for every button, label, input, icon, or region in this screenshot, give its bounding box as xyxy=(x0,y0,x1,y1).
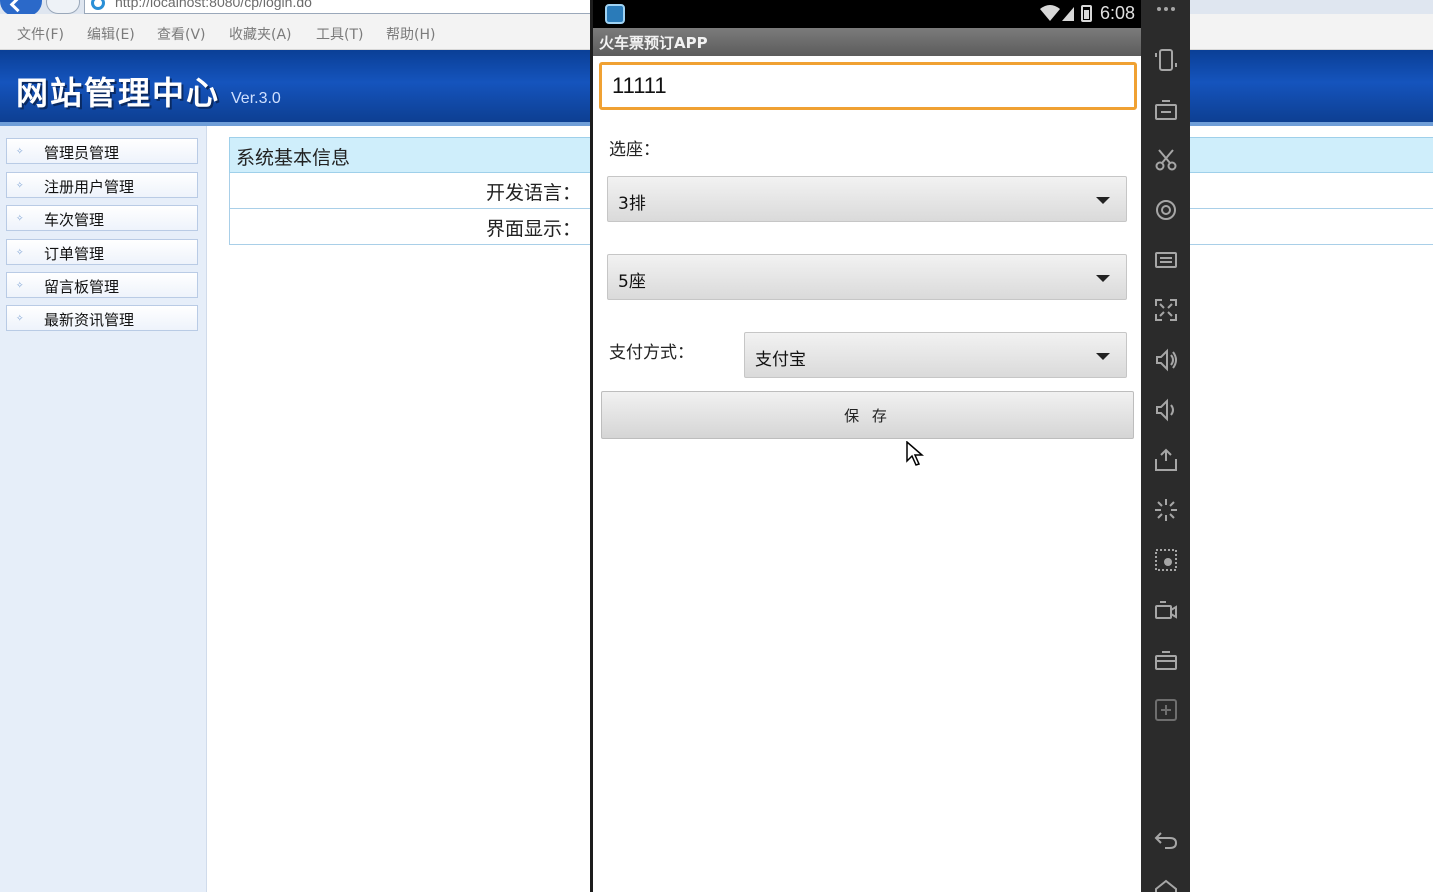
sms-icon[interactable] xyxy=(1153,247,1179,273)
payment-spinner-value: 支付宝 xyxy=(755,350,806,370)
sidebar-item-label: 订单管理 xyxy=(44,245,105,263)
url-text: http://localhost:8080/cp/login.do xyxy=(115,0,312,10)
menu-help[interactable]: 帮助(H) xyxy=(386,24,435,44)
shake-icon[interactable] xyxy=(1153,497,1179,523)
home-icon[interactable] xyxy=(1153,877,1179,892)
sidebar-item-label: 最新资讯管理 xyxy=(44,311,135,329)
status-time: 6:08 xyxy=(1100,3,1136,23)
panel-title: 系统基本信息 xyxy=(236,147,351,169)
add-icon[interactable] xyxy=(1153,697,1179,723)
dropdown-arrow-icon xyxy=(1096,353,1110,360)
back-button[interactable] xyxy=(0,0,42,14)
sidebar-item-users[interactable]: ✧ 注册用户管理 xyxy=(6,172,198,198)
payment-label: 支付方式： xyxy=(609,343,694,363)
more-icon[interactable] xyxy=(1153,0,1179,24)
sidebar-item-trains[interactable]: ✧ 车次管理 xyxy=(6,205,198,231)
site-version: Ver.3.0 xyxy=(231,90,281,107)
battery-icon xyxy=(1081,5,1092,22)
menu-tools[interactable]: 工具(T) xyxy=(316,24,363,44)
bullet-icon: ✧ xyxy=(16,281,24,291)
url-field[interactable]: http://localhost:8080/cp/login.do xyxy=(84,0,594,14)
bullet-icon: ✧ xyxy=(16,147,24,157)
app-icon xyxy=(605,4,625,24)
install-apk-icon[interactable] xyxy=(1153,447,1179,473)
sidebar-item-label: 注册用户管理 xyxy=(44,178,135,196)
sidebar-item-messages[interactable]: ✧ 留言板管理 xyxy=(6,272,198,298)
camera-icon[interactable] xyxy=(1153,597,1179,623)
row-spinner-value: 3排 xyxy=(618,194,646,214)
fullscreen-icon[interactable] xyxy=(1153,297,1179,323)
bullet-icon: ✧ xyxy=(16,248,24,258)
bullet-icon: ✧ xyxy=(16,181,24,191)
save-button[interactable]: 保 存 xyxy=(601,391,1134,439)
battery-toggle-icon[interactable] xyxy=(1153,97,1179,123)
ie-icon xyxy=(91,0,105,10)
settings-icon[interactable] xyxy=(1153,647,1179,673)
bullet-icon: ✧ xyxy=(16,214,24,224)
seat-label: 选座： xyxy=(609,140,660,160)
bullet-icon: ✧ xyxy=(16,314,24,324)
screenshot-cut-icon[interactable] xyxy=(1153,147,1179,173)
volume-down-icon[interactable] xyxy=(1153,397,1179,423)
status-bar: 6:08 xyxy=(593,0,1141,28)
payment-spinner[interactable]: 支付宝 xyxy=(744,332,1127,378)
name-input[interactable] xyxy=(599,62,1137,110)
row-spinner[interactable]: 3排 xyxy=(607,176,1127,222)
sidebar: ✧ 管理员管理 ✧ 注册用户管理 ✧ 车次管理 ✧ 订单管理 ✧ 留言板管理 ✧… xyxy=(0,126,207,892)
sidebar-item-admin[interactable]: ✧ 管理员管理 xyxy=(6,138,198,164)
app-title: 火车票预订APP xyxy=(599,34,708,52)
screen-record-icon[interactable] xyxy=(1153,547,1179,573)
emulator-toolbar xyxy=(1141,0,1190,892)
sidebar-item-label: 管理员管理 xyxy=(44,144,120,162)
seat-spinner-value: 5座 xyxy=(618,272,646,292)
menu-view[interactable]: 查看(V) xyxy=(157,24,206,44)
info-label: 界面显示： xyxy=(485,218,581,240)
dropdown-arrow-icon xyxy=(1096,197,1110,204)
app-body: 选座： 3排 5座 支付方式： 支付宝 保 存 xyxy=(593,56,1141,892)
volume-up-icon[interactable] xyxy=(1153,347,1179,373)
sidebar-item-orders[interactable]: ✧ 订单管理 xyxy=(6,239,198,265)
info-label: 开发语言： xyxy=(485,182,581,204)
back-icon[interactable] xyxy=(1153,827,1179,853)
forward-button[interactable] xyxy=(46,0,80,14)
app-action-bar: 火车票预订APP xyxy=(593,28,1141,56)
location-icon[interactable] xyxy=(1153,197,1179,223)
menu-edit[interactable]: 编辑(E) xyxy=(87,24,135,44)
signal-icon xyxy=(1039,4,1077,26)
menu-favorites[interactable]: 收藏夹(A) xyxy=(229,24,292,44)
rotate-icon[interactable] xyxy=(1153,47,1179,73)
sidebar-item-label: 车次管理 xyxy=(44,211,105,229)
sidebar-item-label: 留言板管理 xyxy=(44,278,120,296)
site-title: 网站管理中心 xyxy=(16,74,221,112)
seat-spinner[interactable]: 5座 xyxy=(607,254,1127,300)
menu-file[interactable]: 文件(F) xyxy=(17,24,64,44)
dropdown-arrow-icon xyxy=(1096,275,1110,282)
sidebar-item-news[interactable]: ✧ 最新资讯管理 xyxy=(6,305,198,331)
